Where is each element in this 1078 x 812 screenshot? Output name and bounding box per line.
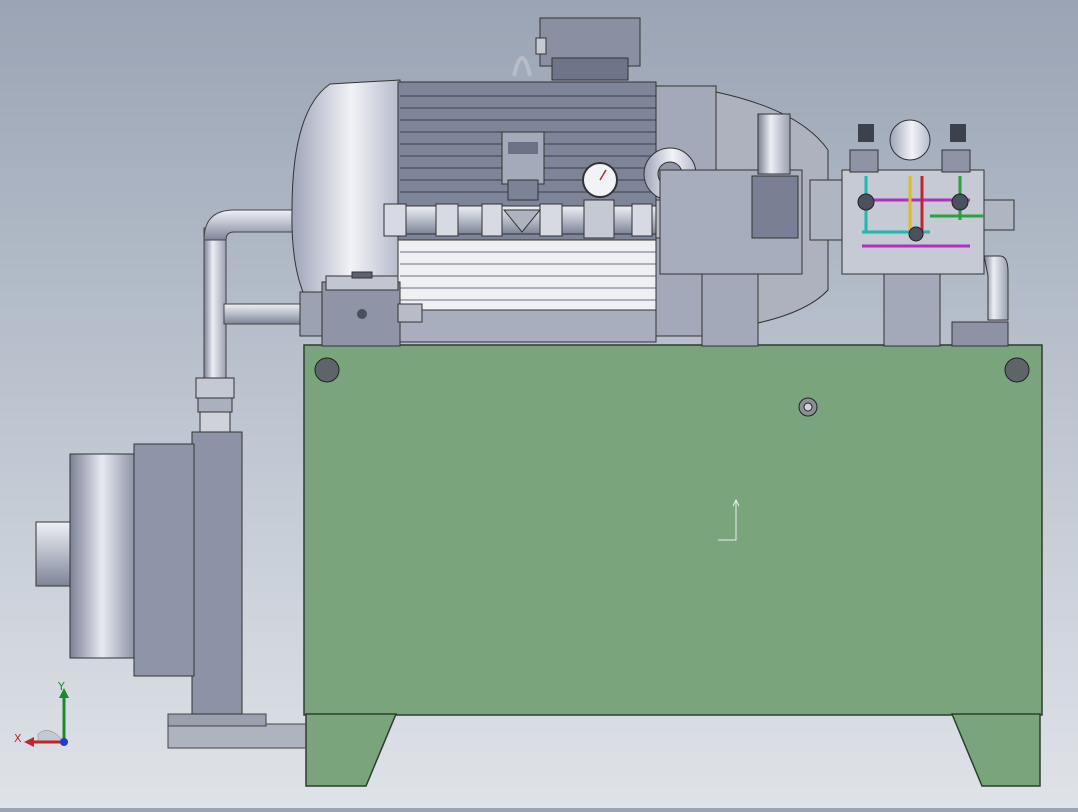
x-axis-label: X bbox=[14, 732, 22, 745]
coordinate-triad: Y X bbox=[10, 680, 80, 754]
left-bell-housing bbox=[35, 431, 243, 715]
cad-viewport[interactable]: Y X bbox=[0, 0, 1078, 808]
y-axis-label: Y bbox=[58, 680, 65, 693]
model-canvas[interactable] bbox=[0, 0, 1078, 808]
oil-tank bbox=[303, 344, 1043, 787]
base-rail bbox=[167, 713, 309, 749]
